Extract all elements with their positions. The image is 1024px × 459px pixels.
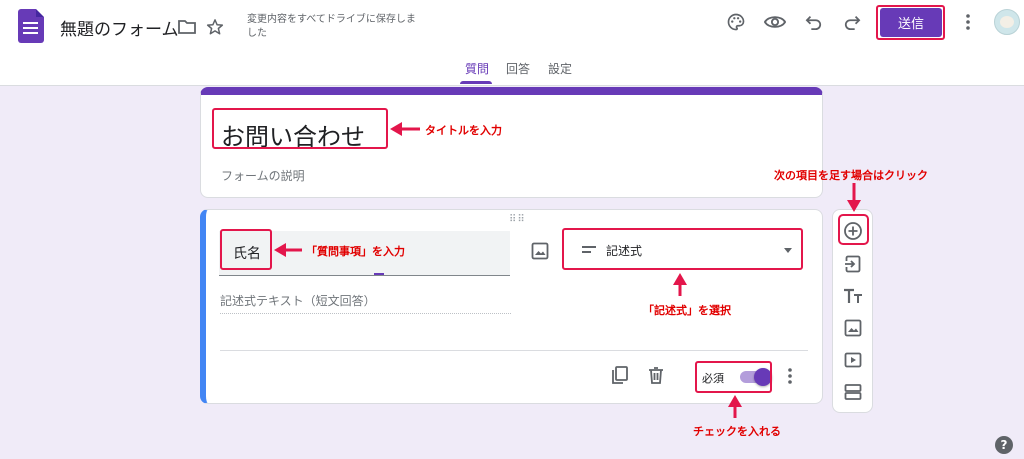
add-image-icon[interactable] [842, 317, 864, 339]
save-status-text: 変更内容をすべてドライブに保存しました [247, 14, 416, 39]
import-questions-icon[interactable] [842, 253, 864, 275]
forms-logo-icon[interactable] [18, 9, 44, 43]
annotation-box-question [220, 229, 272, 270]
annotation-box-title [212, 108, 388, 149]
delete-icon[interactable] [646, 365, 668, 387]
tab-responses[interactable]: 回答 [506, 60, 530, 77]
annotation-question: 「質問事項」を入力 [306, 245, 405, 258]
tab-settings[interactable]: 設定 [548, 60, 572, 77]
annotation-box-send [876, 5, 945, 40]
tab-bar: 質問 回答 設定 [0, 55, 1024, 85]
question-more-icon[interactable] [784, 365, 796, 387]
answer-placeholder: 記述式テキスト（短文回答） [220, 292, 511, 314]
redo-icon[interactable] [841, 11, 863, 33]
more-vert-icon[interactable] [957, 11, 979, 33]
annotation-type-select: 「記述式」を選択 [643, 304, 731, 317]
undo-icon[interactable] [803, 11, 825, 33]
annotation-box-add [838, 214, 869, 245]
annotation-add-item: 次の項目を足す場合はクリック [774, 169, 928, 182]
focus-indicator [374, 273, 384, 275]
palette-icon[interactable] [725, 11, 747, 33]
tab-questions[interactable]: 質問 [465, 60, 489, 77]
add-video-icon[interactable] [842, 349, 864, 371]
folder-icon[interactable] [176, 16, 198, 38]
star-icon[interactable] [204, 16, 226, 38]
annotation-required: チェックを入れる [693, 425, 781, 438]
form-description-input[interactable]: フォームの説明 [221, 167, 305, 184]
annotation-box-required [695, 361, 772, 393]
annotation-box-type [562, 228, 803, 270]
add-section-icon[interactable] [842, 381, 864, 403]
duplicate-icon[interactable] [610, 365, 632, 387]
form-title[interactable]: 無題のフォーム [60, 15, 179, 40]
add-title-icon[interactable] [842, 285, 864, 307]
image-icon[interactable] [531, 242, 551, 262]
annotation-title: タイトルを入力 [425, 124, 502, 137]
header-bar: 無題のフォーム 変更内容をすべてドライブに保存しました 送信 質問 回答 設定 [0, 0, 1024, 86]
drag-handle-icon[interactable]: ⠿⠿ [509, 214, 526, 225]
eye-icon[interactable] [764, 11, 786, 33]
help-icon[interactable]: ? [995, 436, 1013, 454]
active-tab-indicator [460, 81, 492, 84]
avatar[interactable] [994, 9, 1020, 35]
divider [220, 350, 808, 351]
